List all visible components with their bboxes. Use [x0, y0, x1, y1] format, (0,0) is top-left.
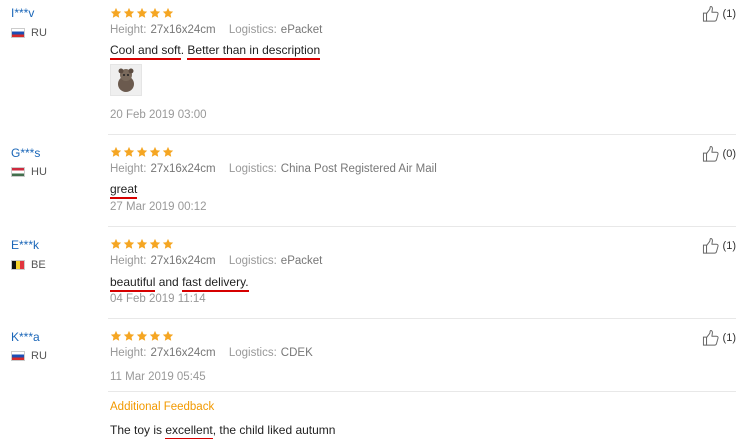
- review-text-part: Better than in description: [187, 43, 321, 60]
- flag-icon-hu: [11, 167, 25, 177]
- star-icon: [136, 146, 148, 158]
- star-icon: [149, 238, 161, 250]
- helpful-button[interactable]: (1): [702, 330, 736, 346]
- star-icon: [149, 330, 161, 342]
- height-label: Height:: [110, 163, 147, 175]
- review-attributes: Height: 27x16x24cm Logistics: ePacket: [110, 24, 322, 36]
- star-icon: [110, 330, 122, 342]
- country-code: RU: [31, 27, 47, 39]
- review-text-part: beautiful: [110, 275, 156, 292]
- additional-feedback-text: The toy is excellent, the child liked au…: [110, 423, 336, 439]
- height-label: Height:: [110, 255, 147, 267]
- logistics-label: Logistics:: [228, 255, 277, 267]
- star-icon: [136, 330, 148, 342]
- star-icon: [149, 7, 161, 19]
- review-text-part: great: [110, 182, 138, 199]
- country-code: BE: [31, 259, 46, 271]
- height-value: 27x16x24cm: [150, 347, 216, 359]
- thumbs-up-icon[interactable]: [702, 6, 720, 22]
- additional-divider: [108, 391, 736, 392]
- star-icon: [123, 146, 135, 158]
- reviewer-country: RU: [11, 350, 47, 362]
- star-icon: [123, 7, 135, 19]
- review-text-part: and: [155, 275, 183, 289]
- review-text-part: Cool and soft: [110, 43, 181, 60]
- helpful-count: (0): [722, 148, 736, 160]
- additional-text-part: , the child liked autumn: [212, 423, 336, 437]
- review-attributes: Height: 27x16x24cm Logistics: China Post R…: [110, 163, 437, 175]
- logistics-label: Logistics:: [228, 24, 277, 36]
- logistics-label: Logistics:: [228, 347, 277, 359]
- star-icon: [123, 330, 135, 342]
- star-icon: [162, 330, 174, 342]
- flag-icon-ru: [11, 28, 25, 38]
- review-date: 04 Feb 2019 11:14: [110, 293, 206, 305]
- review-text: beautiful and fast delivery.: [110, 275, 249, 292]
- star-icon: [149, 146, 161, 158]
- reviewer-country: HU: [11, 166, 47, 178]
- additional-text-part: The toy is: [110, 423, 166, 437]
- rating-stars: [110, 330, 174, 342]
- star-icon: [136, 238, 148, 250]
- star-icon: [136, 7, 148, 19]
- star-icon: [162, 7, 174, 19]
- review-date: 11 Mar 2019 05:45: [110, 371, 206, 383]
- star-icon: [110, 238, 122, 250]
- reviewer-name[interactable]: E***k: [11, 238, 39, 252]
- logistics-label: Logistics:: [228, 163, 277, 175]
- star-icon: [110, 146, 122, 158]
- logistics-value: ePacket: [280, 255, 323, 267]
- helpful-button[interactable]: (1): [702, 238, 736, 254]
- review-3: E***k BE Height: 27x16x24cm Logistics: ePa…: [0, 227, 750, 319]
- review-photo-thumbnail[interactable]: [110, 64, 142, 96]
- review-text: Cool and soft. Better than in descriptio…: [110, 43, 321, 60]
- height-label: Height:: [110, 24, 147, 36]
- review-2: G***s HU Height: 27x16x24cm Logistics: Chi…: [0, 135, 750, 227]
- rating-stars: [110, 146, 174, 158]
- additional-feedback-title: Additional Feedback: [110, 401, 215, 413]
- reviewer-country: RU: [11, 27, 47, 39]
- helpful-button[interactable]: (0): [702, 146, 736, 162]
- helpful-count: (1): [722, 332, 736, 344]
- country-code: HU: [31, 166, 47, 178]
- star-icon: [162, 146, 174, 158]
- height-value: 27x16x24cm: [150, 24, 216, 36]
- helpful-count: (1): [722, 8, 736, 20]
- star-icon: [110, 7, 122, 19]
- review-1: I***v RU Height: 27x16x24cm Logistics: ePa…: [0, 0, 750, 135]
- logistics-value: CDEK: [280, 347, 313, 359]
- reviewer-name[interactable]: I***v: [11, 6, 34, 20]
- height-value: 27x16x24cm: [150, 255, 216, 267]
- helpful-count: (1): [722, 240, 736, 252]
- star-icon: [162, 238, 174, 250]
- flag-icon-be: [11, 260, 25, 270]
- thumbs-up-icon[interactable]: [702, 330, 720, 346]
- star-icon: [123, 238, 135, 250]
- review-text-part: fast delivery.: [182, 275, 249, 292]
- logistics-value: China Post Registered Air Mail: [280, 163, 437, 175]
- review-date: 27 Mar 2019 00:12: [110, 201, 207, 213]
- flag-icon-ru: [11, 351, 25, 361]
- additional-text-part: excellent: [165, 423, 213, 439]
- thumbs-up-icon[interactable]: [702, 146, 720, 162]
- height-label: Height:: [110, 347, 147, 359]
- helpful-button[interactable]: (1): [702, 6, 736, 22]
- review-4: K***a RU Height: 27x16x24cm Logistics: CDE…: [0, 319, 750, 439]
- review-text: great: [110, 182, 138, 199]
- review-attributes: Height: 27x16x24cm Logistics: CDEK: [110, 347, 313, 359]
- review-attributes: Height: 27x16x24cm Logistics: ePacket: [110, 255, 322, 267]
- height-value: 27x16x24cm: [150, 163, 216, 175]
- reviewer-country: BE: [11, 259, 46, 271]
- reviewer-name[interactable]: G***s: [11, 146, 40, 160]
- rating-stars: [110, 7, 174, 19]
- logistics-value: ePacket: [280, 24, 323, 36]
- thumbs-up-icon[interactable]: [702, 238, 720, 254]
- country-code: RU: [31, 350, 47, 362]
- rating-stars: [110, 238, 174, 250]
- reviewer-name[interactable]: K***a: [11, 330, 40, 344]
- review-date: 20 Feb 2019 03:00: [110, 109, 207, 121]
